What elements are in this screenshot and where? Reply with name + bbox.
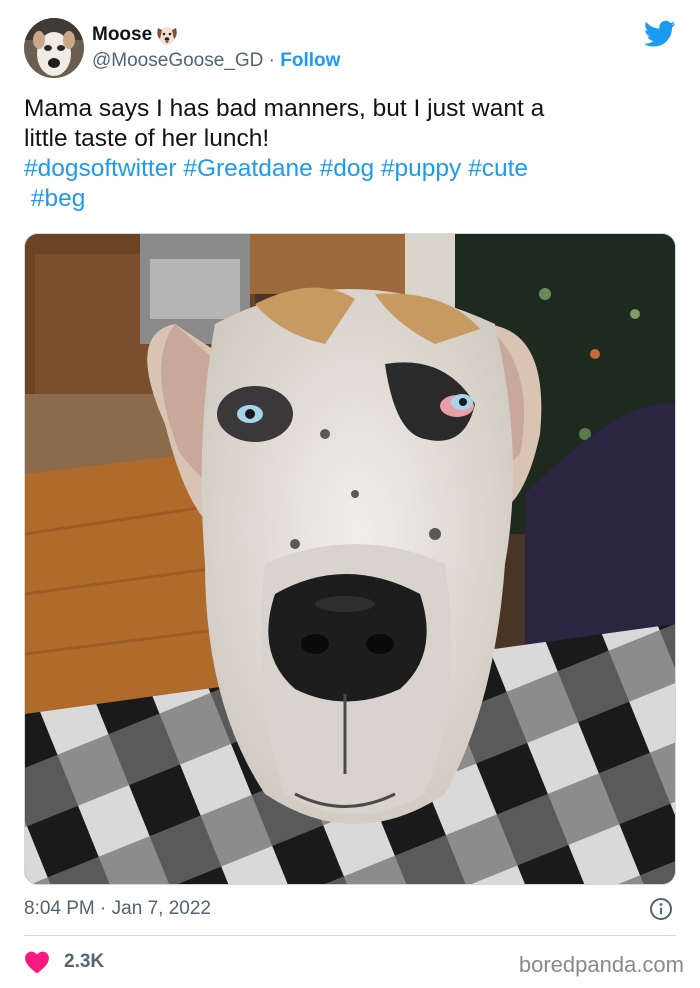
display-name[interactable]: Moose [92, 24, 179, 46]
hashtag-link[interactable]: #dogsoftwitter [24, 155, 177, 182]
hashtag-line: #dogsoftwitter #Greatdane #dog #puppy #c… [24, 154, 674, 184]
twitter-bird-icon[interactable] [643, 20, 676, 48]
hashtag-link[interactable]: #beg [31, 185, 86, 212]
great-dane-photo [25, 234, 675, 884]
tweet-card: Moose @MooseGoose_GD · Follow Mama says … [0, 0, 700, 988]
hashtag-link[interactable]: #Greatdane [183, 155, 312, 182]
like-count: 2.3K [64, 951, 105, 972]
tweet-timestamp[interactable]: 8:04 PM · Jan 7, 2022 [24, 898, 211, 920]
avatar[interactable] [24, 18, 84, 78]
timestamp-separator: · [94, 898, 112, 919]
dog-face-icon [155, 24, 179, 46]
tweet-photo[interactable] [24, 233, 676, 885]
tweet-text-line: little taste of her lunch! [24, 125, 270, 152]
hashtag-link[interactable]: #puppy [381, 155, 461, 182]
follow-button[interactable]: Follow [280, 50, 340, 71]
hashtag-line: #beg [24, 184, 674, 214]
info-icon[interactable] [649, 897, 673, 921]
watermark: boredpanda.com [518, 952, 684, 977]
like-button[interactable]: 2.3K [24, 950, 104, 974]
divider [24, 935, 676, 936]
tweet-date: Jan 7, 2022 [111, 898, 211, 919]
user-handle[interactable]: @MooseGoose_GD [92, 50, 263, 71]
handle-row: @MooseGoose_GD · Follow [92, 50, 340, 72]
display-name-text: Moose [92, 24, 153, 45]
hashtag-link[interactable]: #dog [320, 155, 375, 182]
tweet-time: 8:04 PM [24, 898, 95, 919]
hashtag-link[interactable]: #cute [468, 155, 528, 182]
tweet-text: Mama says I has bad manners, but I just … [24, 94, 674, 214]
handle-separator: · [263, 50, 281, 71]
heart-icon [24, 950, 50, 974]
tweet-text-line: Mama says I has bad manners, but I just … [24, 95, 545, 122]
